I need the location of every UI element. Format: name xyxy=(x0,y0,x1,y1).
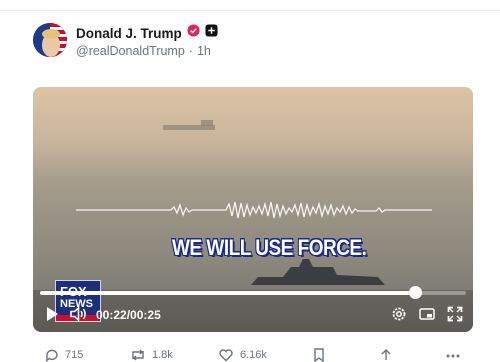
heart-icon xyxy=(219,349,233,362)
video-time: 00:22/00:25 xyxy=(96,308,161,322)
video-progress-knob[interactable] xyxy=(408,286,422,299)
fullscreen-icon[interactable] xyxy=(447,306,463,327)
reply-button[interactable]: 715 xyxy=(45,348,83,362)
more-options-icon[interactable] xyxy=(445,348,461,362)
video-progress-bar[interactable] xyxy=(40,286,466,299)
repost-button[interactable]: 1.8k xyxy=(130,348,173,362)
post-actions: 715 1.8k 6.16k xyxy=(0,348,500,362)
video-caption: WE WILL USE FORCE. xyxy=(172,236,367,261)
video-duration: 00:25 xyxy=(130,308,161,322)
meta-separator: · xyxy=(188,44,193,58)
video-current-time: 00:22 xyxy=(96,308,127,322)
post-time[interactable]: 1h xyxy=(197,44,211,58)
share-icon xyxy=(381,349,391,360)
repost-icon xyxy=(132,349,144,361)
like-count: 6.16k xyxy=(240,349,267,361)
verified-badge-icon xyxy=(187,24,200,42)
top-divider xyxy=(0,10,500,11)
like-button[interactable]: 6.16k xyxy=(218,348,267,362)
reply-count: 715 xyxy=(65,349,84,361)
picture-in-picture-icon[interactable] xyxy=(419,306,435,327)
play-icon[interactable] xyxy=(45,306,59,327)
video-progress-fill xyxy=(40,291,415,295)
audio-waveform xyxy=(76,201,432,219)
settings-gear-icon[interactable] xyxy=(391,306,407,327)
author-name[interactable]: Donald J. Trump xyxy=(76,26,182,41)
bookmark-button[interactable] xyxy=(313,348,325,362)
bookmark-icon xyxy=(314,348,324,362)
volume-icon[interactable] xyxy=(70,306,88,327)
author-meta: @realDonaldTrump · 1h xyxy=(76,44,215,58)
reply-icon xyxy=(46,349,58,362)
author-avatar[interactable] xyxy=(33,23,67,57)
share-button[interactable] xyxy=(379,348,393,362)
repost-count: 1.8k xyxy=(152,349,173,361)
author-name-row: Donald J. Trump xyxy=(76,24,218,42)
author-handle[interactable]: @realDonaldTrump xyxy=(76,44,185,58)
follow-plus-icon[interactable] xyxy=(205,24,218,42)
